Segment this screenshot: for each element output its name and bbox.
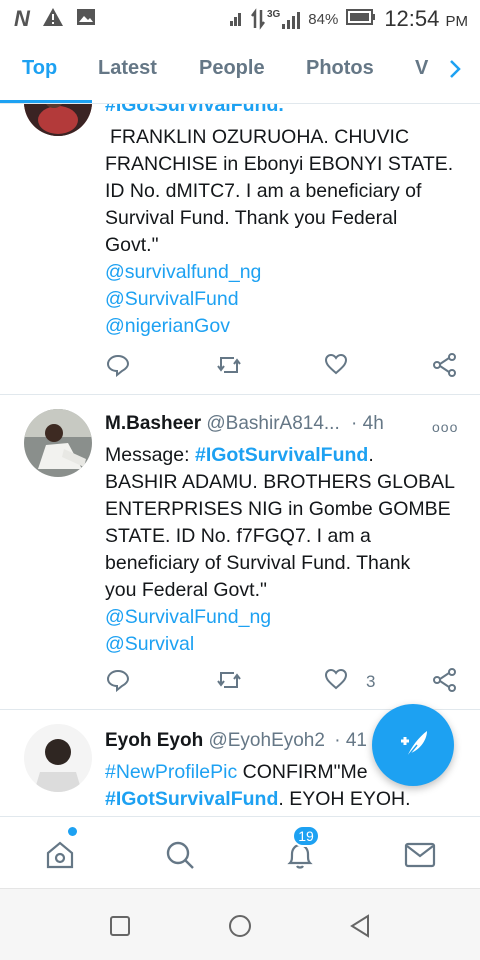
messages-envelope-icon[interactable] (400, 835, 440, 875)
hashtag-link[interactable]: #IGotSurvivalFund (195, 444, 368, 466)
retweet-icon[interactable] (216, 668, 242, 692)
author-handle[interactable]: @BashirA814... (206, 413, 339, 434)
tweet-text-segment: . (368, 444, 374, 466)
tweet-text-line: FRANKLIN OZURUOHA. CHUVIC (110, 126, 410, 148)
search-icon[interactable] (160, 835, 200, 875)
status-bar: N 3G 84% 12:54 PM (0, 0, 480, 38)
mention-link[interactable]: @Survival (105, 631, 465, 658)
author-name[interactable]: M.Basheer (105, 413, 201, 434)
mention-link[interactable]: @survivalfund_ng (105, 259, 465, 286)
search-tabs: Top Latest People Photos V (0, 38, 480, 104)
tweet-text-line: STATE. ID No. f7FGQ7. I am a (105, 525, 371, 547)
tweet-text-line: BASHIR ADAMU. BROTHERS GLOBAL (105, 471, 456, 493)
home-icon[interactable] (40, 835, 80, 875)
share-icon[interactable] (432, 668, 458, 692)
clock: 12:54 PM (384, 6, 468, 32)
tweet-text: FRANKLIN OZURUOHA. CHUVIC FRANCHISE in E… (105, 124, 465, 340)
hashtag-link[interactable]: #IGotSurvivalFund. (105, 104, 284, 116)
reply-icon[interactable] (106, 668, 130, 692)
author-handle[interactable]: @EyohEyoh2 (208, 730, 324, 751)
clock-time: 12:54 (384, 6, 440, 31)
system-navigation-bar (0, 888, 480, 960)
compose-tweet-button[interactable] (372, 704, 454, 786)
more-options-icon[interactable]: ooo (432, 419, 458, 435)
reply-icon[interactable] (106, 353, 130, 377)
share-icon[interactable] (432, 353, 458, 377)
tab-videos[interactable]: V (415, 57, 428, 80)
tweet-time: · 41 (334, 730, 367, 751)
network-type-label: 3G (266, 9, 281, 20)
tweet-text-prefix: Message: (105, 444, 195, 466)
tab-latest[interactable]: Latest (98, 57, 157, 80)
mention-link[interactable]: @nigerianGov (105, 313, 465, 340)
tweet-text-line: #IGotSurvivalFund. EYOH EYOH. (105, 786, 465, 813)
retweet-icon[interactable] (216, 353, 242, 377)
signal-icon: 3G (250, 8, 301, 30)
notification-count-badge: 19 (292, 825, 320, 847)
battery-icon (346, 8, 376, 30)
image-icon (76, 8, 96, 31)
tab-top[interactable]: Top (22, 57, 57, 80)
hashtag-link[interactable]: #IGotSurvivalFund (105, 788, 278, 810)
tweet[interactable]: #IGotSurvivalFund. FRANKLIN OZURUOHA. CH… (0, 104, 480, 395)
compose-feather-icon (393, 723, 433, 768)
tweet-text-line: beneficiary of Survival Fund. Thank (105, 552, 411, 574)
author-name[interactable]: Eyoh Eyoh (105, 730, 203, 751)
tweet-partial-line: #IGotSurvivalFund. (105, 104, 465, 122)
tweet-actions (0, 353, 480, 383)
tweet-text-segment: . EYOH EYOH. (278, 788, 411, 810)
clock-ampm: PM (445, 13, 469, 30)
tweet-text-segment: CONFIRM"Me (237, 761, 368, 783)
tab-photos[interactable]: Photos (306, 57, 374, 80)
avatar[interactable] (24, 409, 92, 477)
tweet-text-line: Govt." (105, 234, 159, 256)
n-icon: N (14, 6, 30, 31)
tweet-text-line: FRANCHISE in Ebonyi EBONYI STATE. (105, 153, 454, 175)
chevron-right-icon[interactable] (440, 54, 470, 84)
like-icon[interactable] (324, 353, 348, 375)
hashtag-link[interactable]: #NewProfilePic (105, 761, 237, 783)
tweet[interactable]: M.Basheer @BashirA814... · 4h ooo Messag… (0, 395, 480, 710)
tweet-text-line: Message: #IGotSurvivalFund. (105, 442, 465, 469)
like-icon (324, 668, 348, 695)
tweet-header: M.Basheer @BashirA814... · 4h (105, 413, 384, 435)
warning-icon (42, 7, 64, 32)
avatar[interactable] (24, 104, 92, 136)
bottom-nav: 19 (0, 816, 480, 888)
home-circle-icon[interactable] (225, 911, 255, 941)
battery-percent: 84% (308, 10, 339, 28)
tweet-text-line: ENTERPRISES NIG in Gombe GOMBE (105, 498, 451, 520)
tab-people[interactable]: People (199, 57, 265, 80)
back-triangle-icon[interactable] (345, 911, 375, 941)
tweet-text-line: Survival Fund. Thank you Federal (105, 207, 398, 229)
tweet-time: · 4h (351, 413, 384, 434)
tweet-actions: 3 (0, 668, 480, 698)
home-new-indicator (68, 827, 77, 836)
active-tab-indicator (0, 100, 92, 103)
recent-apps-icon[interactable] (105, 911, 135, 941)
vibrate-icon (229, 7, 243, 32)
like-button[interactable]: 3 (324, 668, 375, 695)
mention-link[interactable]: @SurvivalFund (105, 286, 465, 313)
avatar[interactable] (24, 724, 92, 792)
tweet-header: Eyoh Eyoh @EyohEyoh2 · 41 (105, 730, 367, 752)
like-count: 3 (366, 671, 376, 691)
mention-link[interactable]: @SurvivalFund_ng (105, 604, 465, 631)
tweet-text: Message: #IGotSurvivalFund. BASHIR ADAMU… (105, 442, 465, 658)
tweet-text-line: you Federal Govt." (105, 579, 267, 601)
tweet-text-line: ID No. dMITC7. I am a beneficiary of (105, 180, 422, 202)
